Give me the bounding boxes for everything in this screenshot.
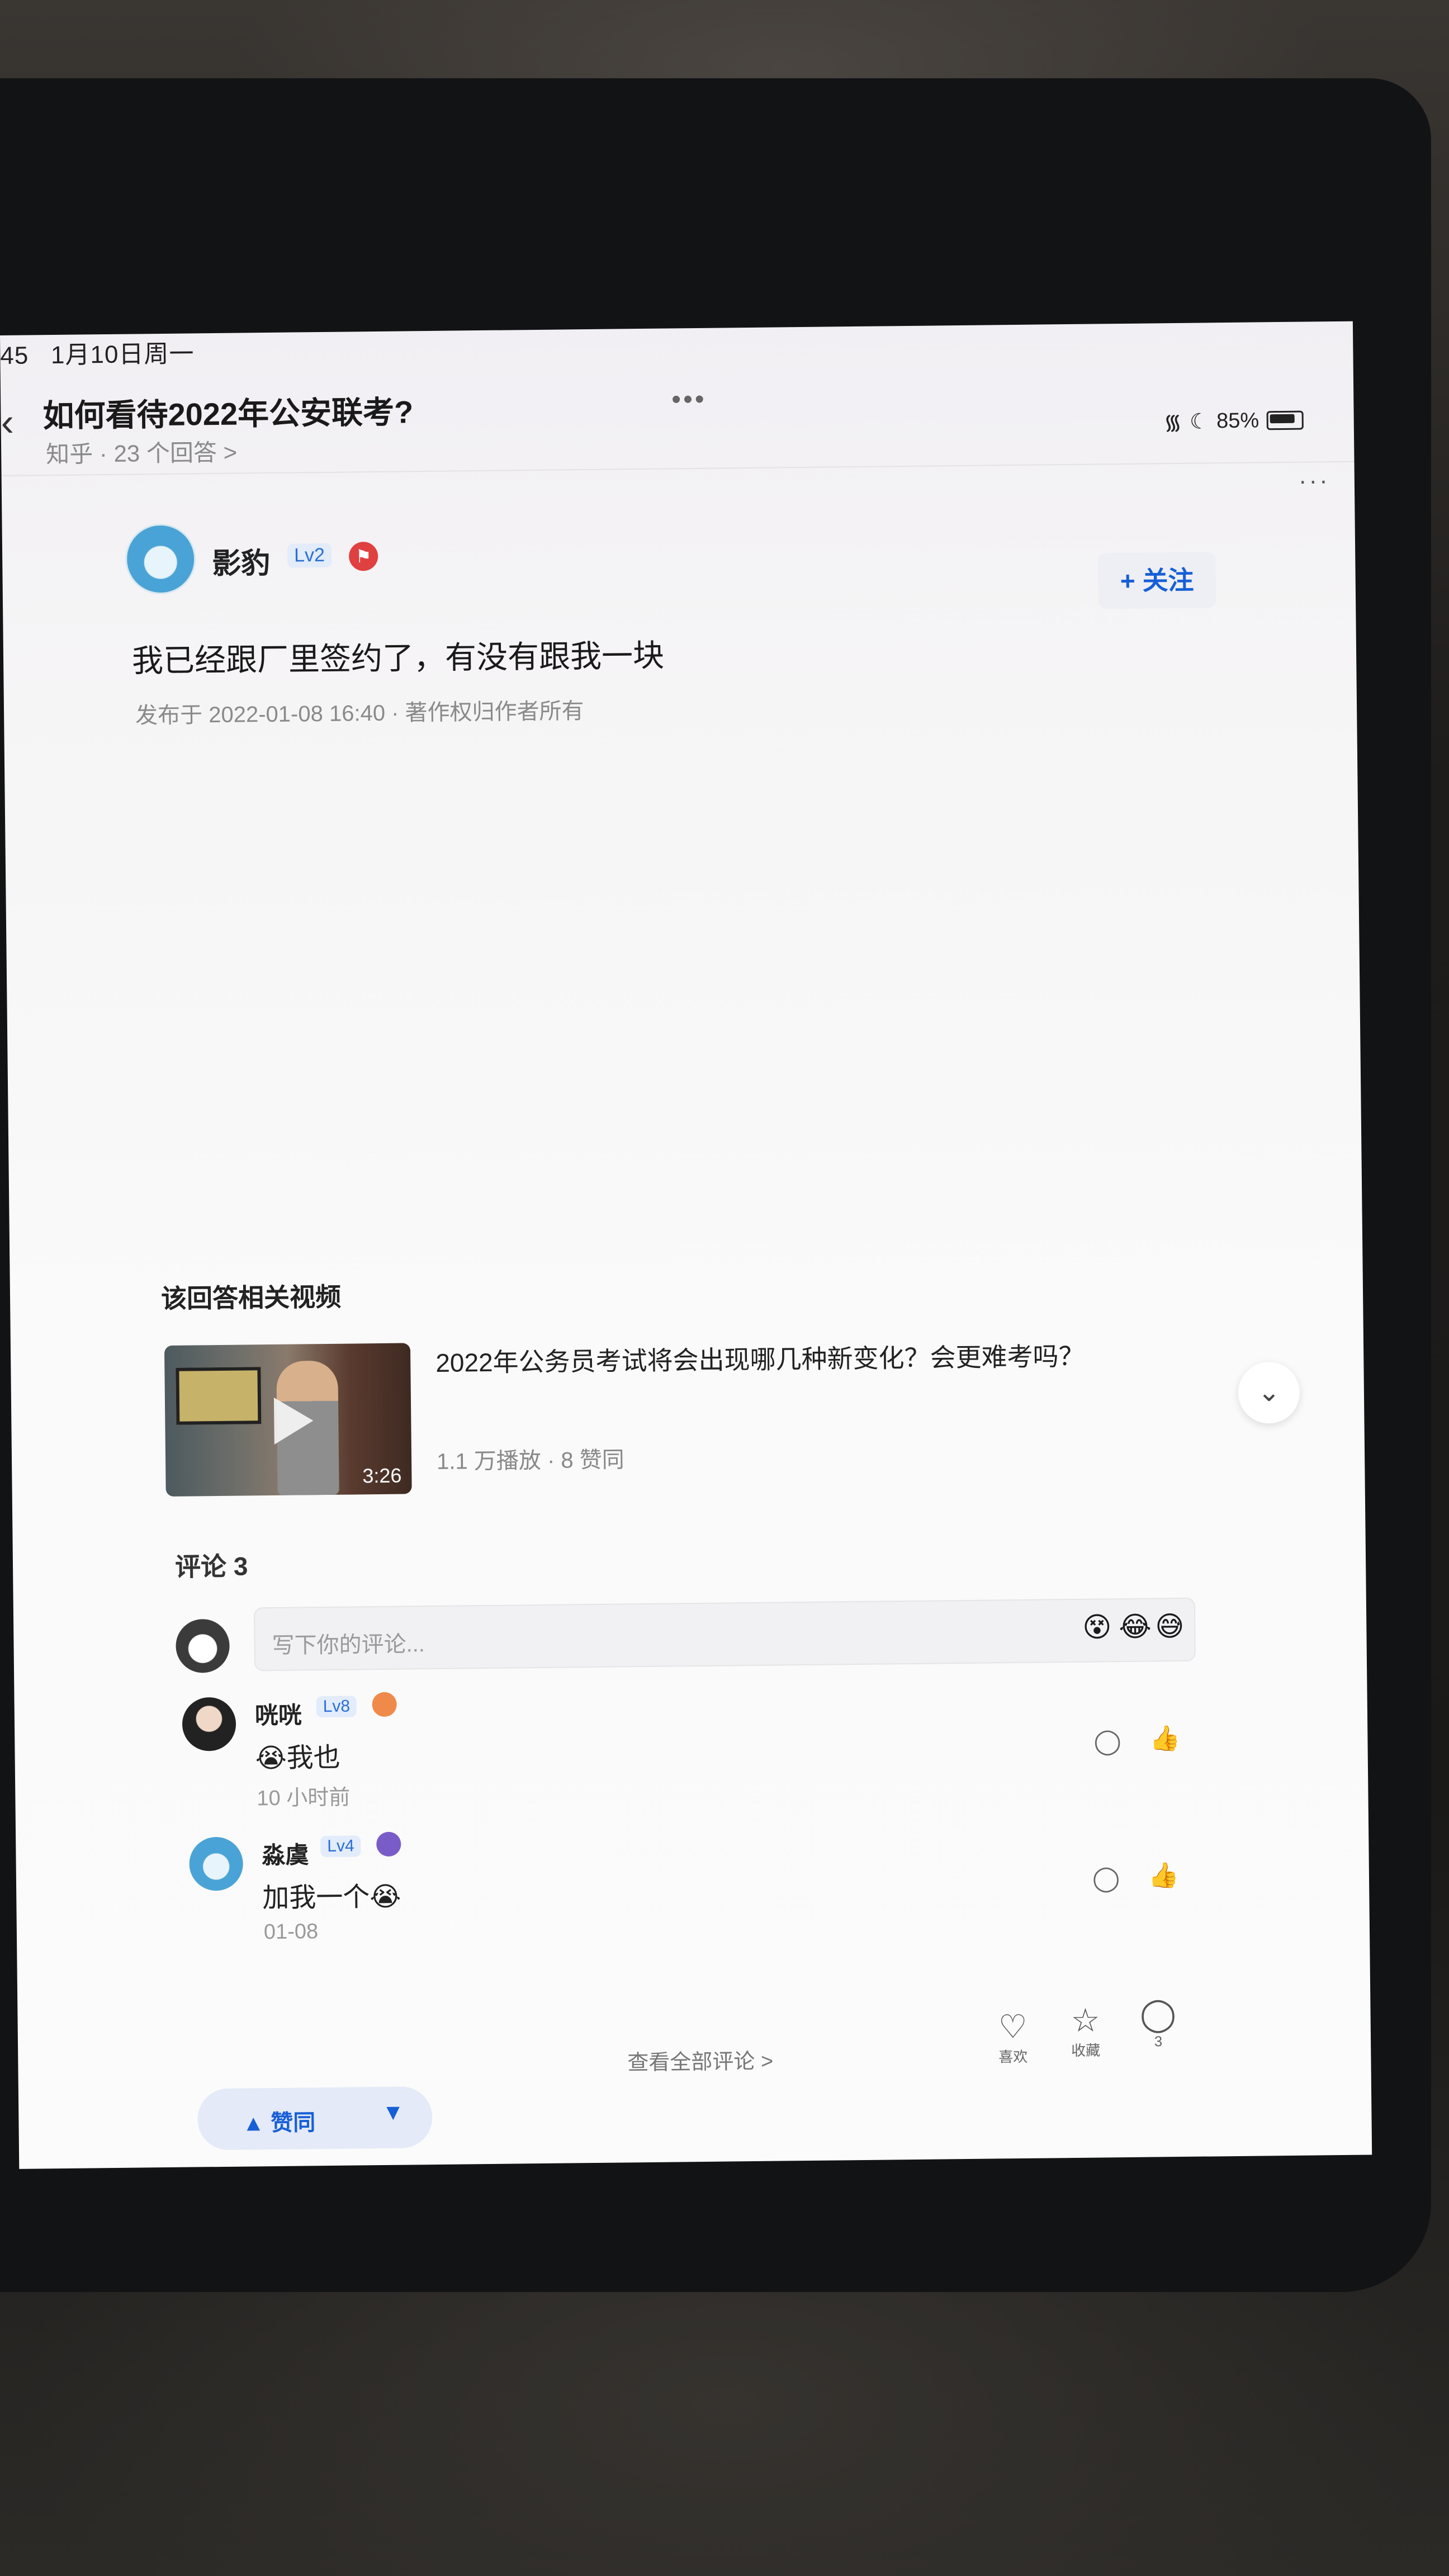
comment-count: 3 [1154, 2033, 1163, 2050]
question-subtitle[interactable]: 知乎 · 23 个回答 > [46, 434, 238, 470]
emoji-icon-2[interactable]: 😂 [1119, 1611, 1152, 1644]
question-title[interactable]: 如何看待2022年公安联考? [42, 387, 414, 436]
thumb-up-icon[interactable]: 👍 [1148, 1860, 1179, 1890]
comment-author-name[interactable]: 淼虞 [262, 1836, 309, 1871]
comment-author-level: Lv4 [320, 1835, 361, 1858]
comment-time: 10 小时前 [257, 1786, 351, 1811]
comment-icon: ◯ [1139, 1996, 1177, 2033]
comments-title: 评论 3 [174, 1551, 248, 1581]
comment-action[interactable]: ◯ 3 [1130, 1995, 1186, 2051]
video-duration: 3:26 [362, 1464, 402, 1488]
more-icon[interactable]: ··· [1299, 467, 1330, 495]
comment-medal-icon [372, 1692, 397, 1717]
comment-author-name[interactable]: 咣咣 [255, 1696, 302, 1731]
author-medal-icon: ⚑ [348, 541, 378, 571]
comment-input-placeholder: 写下你的评论... [272, 1632, 425, 1659]
emoji-icon-1[interactable]: 😵 [1082, 1611, 1112, 1644]
thumbnail-monitor [176, 1367, 262, 1425]
comment-avatar[interactable] [189, 1836, 244, 1891]
emoji-icon-3[interactable]: 😅 [1155, 1610, 1185, 1643]
author-name[interactable]: 影豹 [212, 539, 271, 582]
battery-icon [1267, 410, 1304, 430]
back-icon[interactable]: ‹ [1, 400, 14, 444]
related-video-section-title: 该回答相关视频 [160, 1282, 342, 1314]
multitask-dots-icon[interactable]: ••• [671, 384, 707, 415]
comment-author-level: Lv8 [316, 1696, 357, 1718]
author-avatar[interactable] [125, 523, 196, 595]
view-all-comments-link[interactable]: 查看全部评论 > [627, 2044, 773, 2076]
moon-icon: ☾ [1189, 409, 1209, 434]
follow-button[interactable]: + 关注 [1098, 552, 1216, 609]
status-time: 45 [0, 342, 29, 370]
like-action[interactable]: ♡ 喜欢 [984, 2007, 1041, 2067]
answer-meta: 发布于 2022-01-08 16:40 · 著作权归作者所有 [135, 699, 584, 728]
upvote-button[interactable]: ▲ 赞同 [242, 2104, 315, 2137]
wifi-icon: ᯾ [1163, 410, 1182, 435]
author-level-badge: Lv2 [287, 543, 332, 568]
battery-percent: 85% [1216, 408, 1259, 433]
favorite-label: 收藏 [1071, 2042, 1101, 2059]
arrow-down-icon[interactable]: ▼ [382, 2100, 404, 2125]
upvote-label: 赞同 [271, 2110, 316, 2136]
comment-medal-icon [376, 1831, 401, 1857]
play-icon[interactable] [273, 1397, 314, 1445]
favorite-action[interactable]: ☆ 收藏 [1057, 2001, 1114, 2060]
comment-text: 加我一个😭 [262, 1882, 401, 1914]
status-bar-time: 45 1月10日周一 [0, 333, 195, 371]
thumb-up-icon[interactable]: 👍 [1149, 1723, 1180, 1753]
status-bar-right: ᯾ ☾ 85% [1163, 406, 1304, 437]
comment-input[interactable]: 写下你的评论... 😵 😂 😅 [253, 1597, 1196, 1671]
heart-icon: ♡ [998, 2008, 1028, 2045]
my-avatar [176, 1618, 230, 1673]
double-chevron-down-icon[interactable]: ⌄ [1238, 1361, 1300, 1424]
comment-avatar[interactable] [182, 1697, 236, 1751]
reply-icon[interactable]: ◯ [1093, 1727, 1121, 1756]
like-label: 喜欢 [998, 2048, 1028, 2066]
vote-pill: ▲ 赞同 ▼ [197, 2086, 433, 2151]
comment-text: 😭我也 [255, 1742, 341, 1774]
answer-content: 我已经跟厂里签约了，有没有跟我一块 [131, 637, 665, 679]
related-video-title[interactable]: 2022年公务员考试将会出现哪几种新变化？会更难考吗？ [435, 1336, 1085, 1380]
arrow-up-icon: ▲ [242, 2111, 265, 2136]
status-date: 1月10日周一 [50, 340, 195, 370]
related-video-stats: 1.1 万播放 · 8 赞同 [436, 1447, 624, 1474]
tablet-screen: 45 1月10日周一 ••• ᯾ ☾ 85% ‹ 如何看待2022年公安联考? … [0, 321, 1372, 2169]
comment-time: 01-08 [263, 1920, 319, 1944]
video-thumbnail[interactable]: 3:26 [164, 1343, 412, 1497]
star-icon: ☆ [1071, 2002, 1101, 2039]
reply-icon[interactable]: ◯ [1092, 1864, 1120, 1893]
